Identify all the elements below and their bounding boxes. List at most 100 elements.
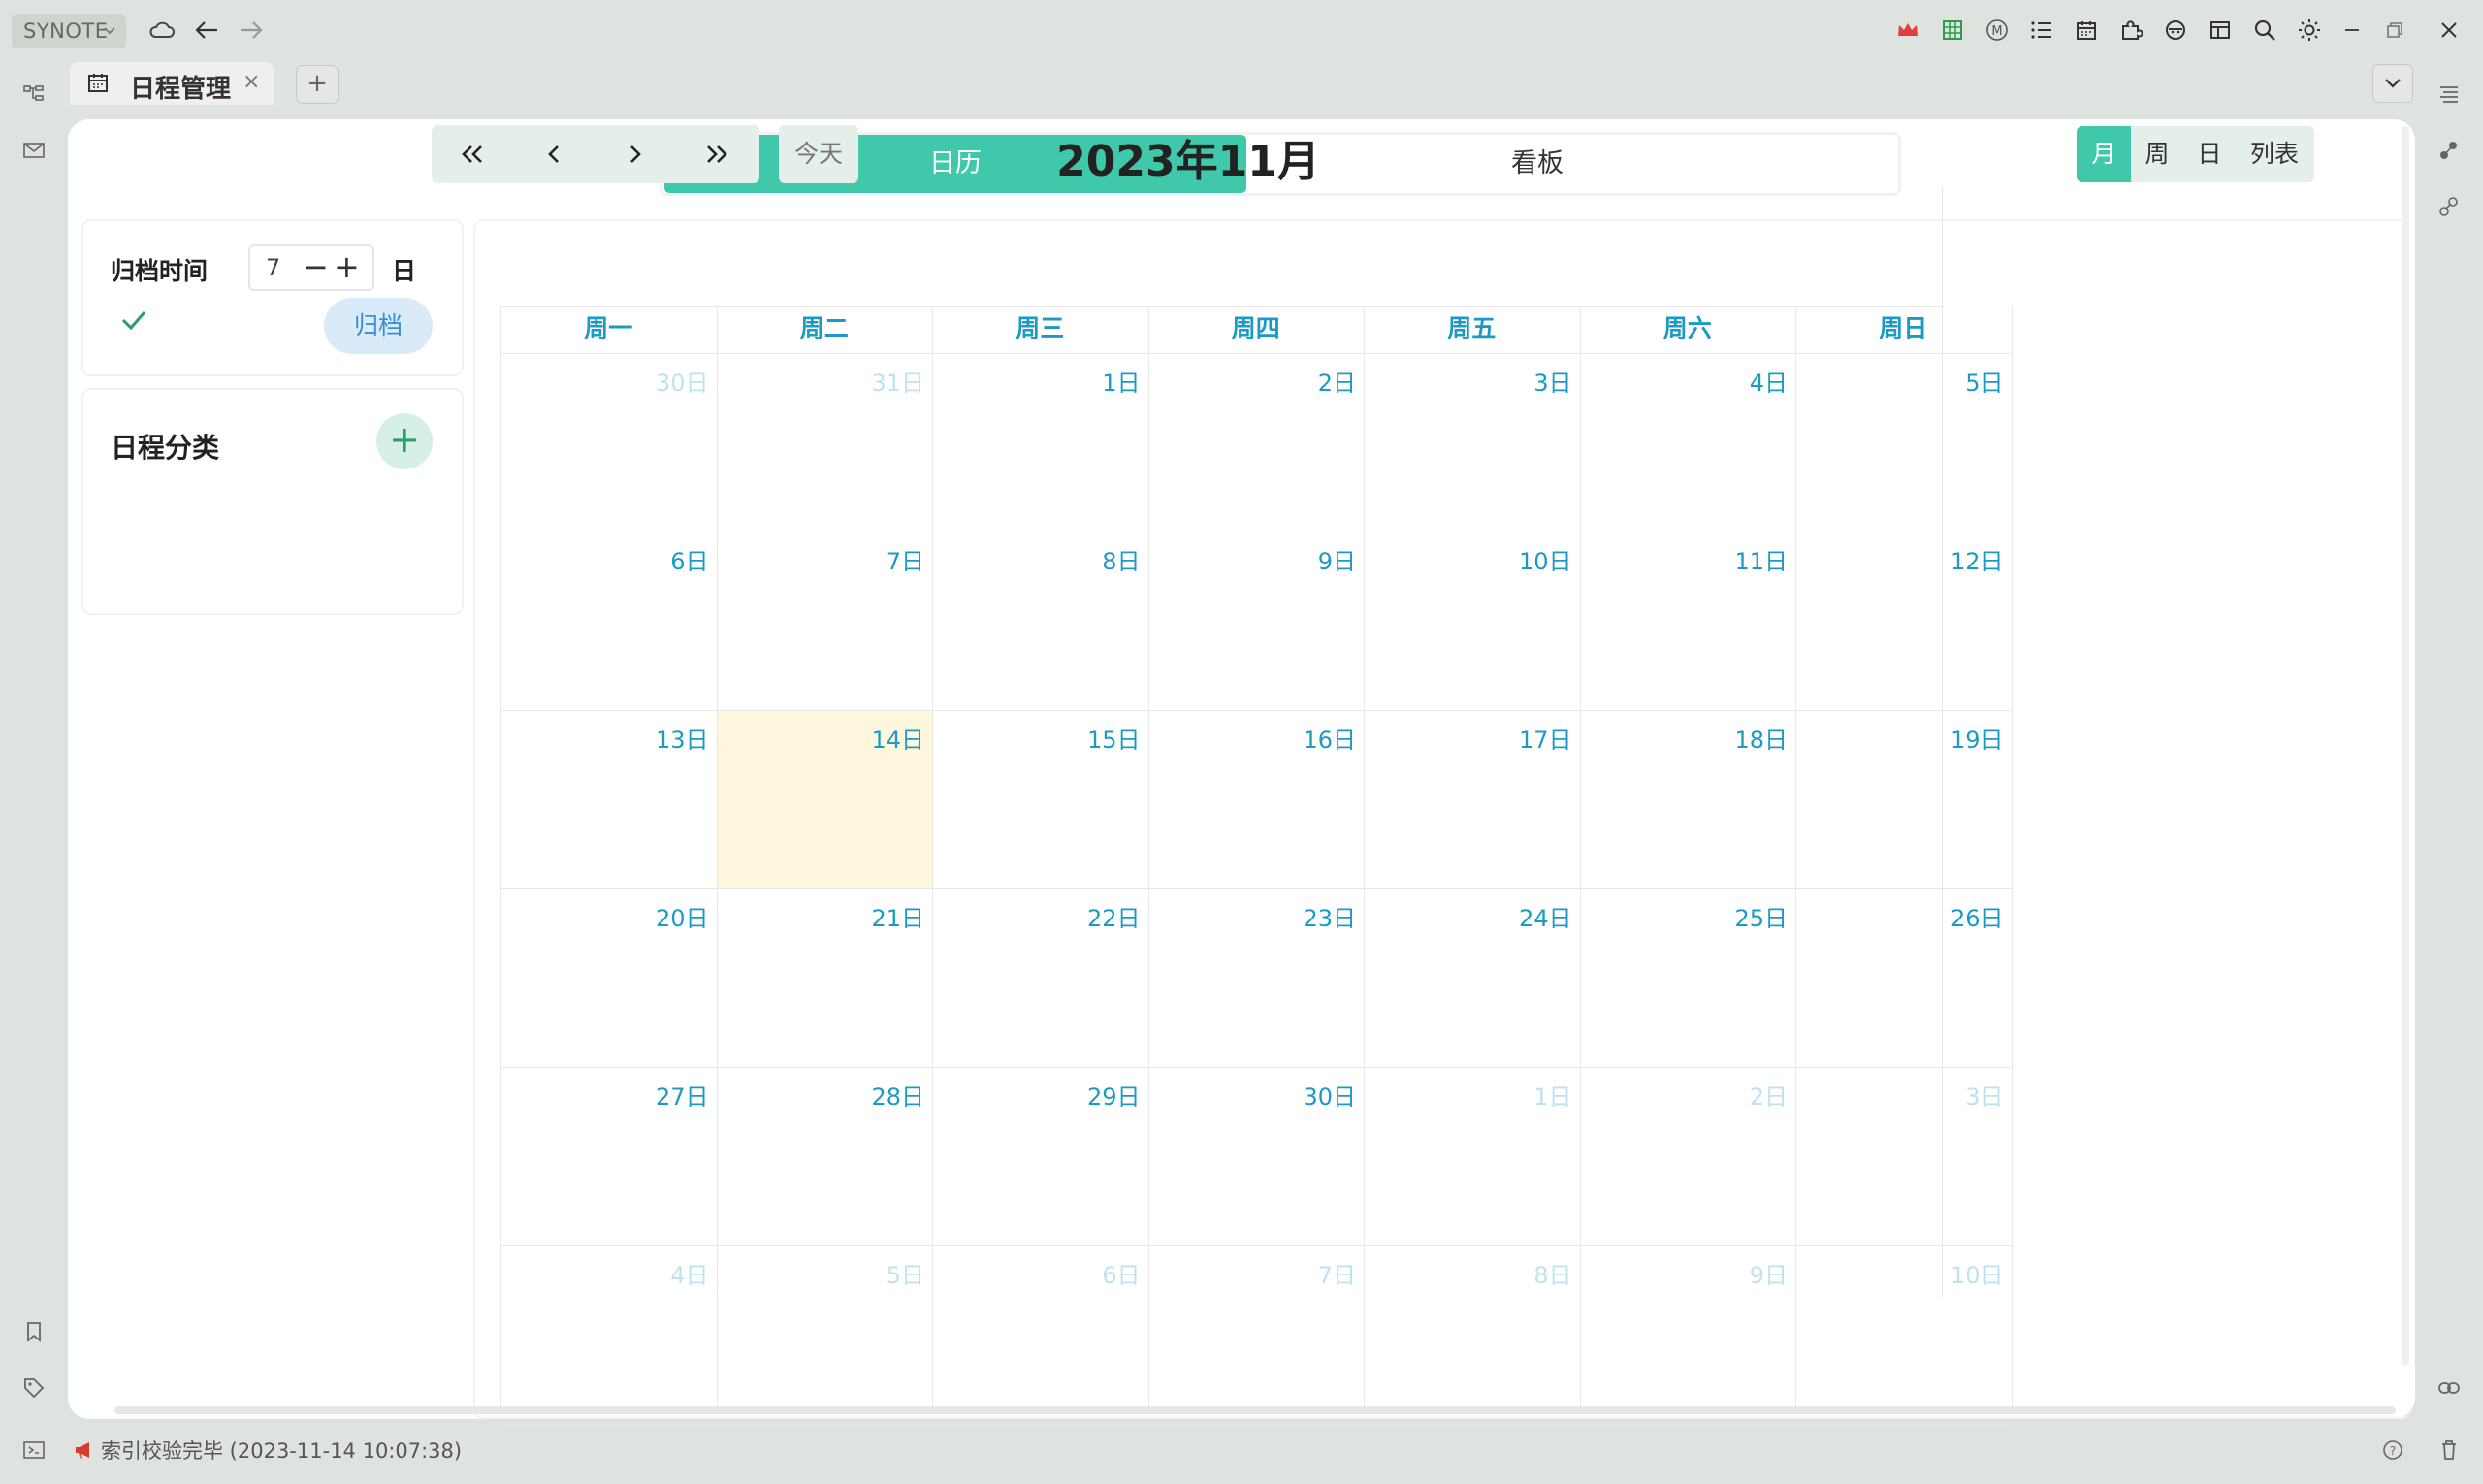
day-cell[interactable]: 9日 (1581, 1246, 1796, 1412)
horizontal-scrollbar[interactable] (114, 1406, 2396, 1414)
day-cell[interactable]: 6日 (501, 532, 717, 710)
calendar-icon[interactable] (2070, 14, 2103, 47)
graph-icon[interactable] (2433, 134, 2466, 167)
day-cell-today[interactable]: 14日 (717, 711, 932, 888)
day-cell[interactable]: 19日 (1796, 711, 2012, 888)
search-icon[interactable] (2248, 14, 2281, 47)
link-icon[interactable] (2433, 1371, 2466, 1404)
markdown-m-icon[interactable]: M (1981, 14, 2014, 47)
restore-icon[interactable] (2378, 14, 2411, 47)
day-cell[interactable]: 4日 (501, 1246, 717, 1412)
day-cell[interactable]: 22日 (933, 889, 1148, 1067)
day-cell[interactable]: 2日 (1149, 354, 1365, 532)
day-cell[interactable]: 24日 (1365, 889, 1580, 1067)
next-year-button[interactable] (676, 125, 758, 183)
day-cell[interactable]: 28日 (718, 1068, 933, 1245)
tab-close-icon[interactable]: × (242, 70, 260, 94)
prev-month-button[interactable] (513, 125, 595, 183)
day-cell[interactable]: 11日 (1581, 532, 1796, 710)
weekday-header: 周四 (1231, 314, 1280, 342)
minimize-icon[interactable] (2336, 14, 2369, 47)
help-icon[interactable]: ? (2376, 1434, 2409, 1467)
grid-right-border (1942, 187, 1943, 1297)
day-cell[interactable]: 8日 (933, 532, 1148, 710)
list-icon[interactable] (2025, 14, 2058, 47)
day-cell[interactable]: 12日 (1796, 532, 2012, 710)
day-cell[interactable]: 30日 (501, 354, 717, 532)
next-month-button[interactable] (595, 125, 676, 183)
day-cell[interactable]: 31日 (718, 354, 933, 532)
view-list-button[interactable]: 列表 (2236, 126, 2313, 182)
day-number: 25日 (1734, 905, 1788, 932)
increment-button[interactable]: + (334, 248, 360, 285)
layout-icon[interactable] (2204, 14, 2237, 47)
day-cell[interactable]: 10日 (1365, 532, 1580, 710)
prev-year-button[interactable] (432, 125, 513, 183)
day-cell[interactable]: 3日 (1365, 354, 1580, 532)
crown-icon[interactable] (1891, 14, 1924, 47)
day-cell[interactable]: 5日 (718, 1246, 933, 1412)
day-cell[interactable]: 1日 (1365, 1068, 1580, 1245)
view-week-button[interactable]: 周 (2131, 126, 2183, 182)
day-cell[interactable]: 4日 (1581, 354, 1796, 532)
spreadsheet-icon[interactable] (1936, 14, 1969, 47)
tag-icon[interactable] (17, 1371, 50, 1404)
outline-icon[interactable] (2433, 78, 2466, 111)
day-cell[interactable]: 30日 (1149, 1068, 1365, 1245)
tree-outline-icon[interactable] (17, 78, 50, 111)
today-button[interactable]: 今天 (779, 125, 858, 183)
day-cell[interactable]: 25日 (1581, 889, 1796, 1067)
day-cell[interactable]: 21日 (718, 889, 933, 1067)
archive-button[interactable]: 归档 (324, 298, 433, 354)
app-menu-button[interactable]: SYNOTE (12, 14, 126, 48)
schedule-category-label: 日程分类 (111, 432, 220, 464)
checkmark-icon[interactable] (120, 308, 147, 332)
day-cell[interactable]: 18日 (1581, 711, 1796, 888)
day-cell[interactable]: 7日 (1149, 1246, 1365, 1412)
mail-icon[interactable] (17, 134, 50, 167)
trash-icon[interactable] (2433, 1434, 2466, 1467)
archive-days-stepper[interactable]: 7 − + (248, 244, 374, 291)
archive-days-value[interactable]: 7 (266, 254, 280, 281)
face-icon[interactable] (2159, 14, 2192, 47)
decrement-button[interactable]: − (303, 248, 329, 285)
day-number: 20日 (655, 905, 709, 932)
vertical-scrollbar[interactable] (2402, 126, 2409, 1366)
day-cell[interactable]: 13日 (501, 711, 717, 888)
tab-schedule-management[interactable]: 日程管理 × (70, 62, 274, 105)
day-cell[interactable]: 6日 (933, 1246, 1148, 1412)
day-cell[interactable]: 5日 (1796, 354, 2012, 532)
day-cell[interactable]: 20日 (501, 889, 717, 1067)
add-tab-button[interactable]: + (296, 65, 339, 104)
view-month-button[interactable]: 月 (2077, 126, 2131, 182)
cloud-icon[interactable] (145, 14, 178, 47)
close-icon[interactable] (2433, 14, 2466, 47)
plugin-icon[interactable] (2114, 14, 2147, 47)
relation-graph-icon[interactable] (2433, 190, 2466, 223)
day-number: 11日 (1734, 548, 1788, 575)
day-cell[interactable]: 17日 (1365, 711, 1580, 888)
day-cell[interactable]: 16日 (1149, 711, 1365, 888)
panel-toggle-icon[interactable] (17, 1434, 50, 1467)
bookmark-icon[interactable] (17, 1315, 50, 1348)
day-cell[interactable]: 2日 (1581, 1068, 1796, 1245)
day-cell[interactable]: 3日 (1796, 1068, 2012, 1245)
day-cell[interactable]: 29日 (933, 1068, 1148, 1245)
day-cell[interactable]: 7日 (718, 532, 933, 710)
day-cell[interactable]: 1日 (933, 354, 1148, 532)
forward-arrow-icon[interactable] (235, 14, 268, 47)
day-cell[interactable]: 27日 (501, 1068, 717, 1245)
add-category-button[interactable]: + (376, 413, 433, 469)
back-arrow-icon[interactable] (190, 14, 223, 47)
day-cell[interactable]: 15日 (933, 711, 1148, 888)
day-cell[interactable]: 23日 (1149, 889, 1365, 1067)
day-cell[interactable]: 26日 (1796, 889, 2012, 1067)
tab-list-dropdown[interactable] (2372, 64, 2413, 103)
day-cell[interactable]: 8日 (1365, 1246, 1580, 1412)
chevron-down-icon (2385, 79, 2401, 88)
day-cell[interactable]: 9日 (1149, 532, 1365, 710)
view-day-button[interactable]: 日 (2183, 126, 2236, 182)
day-cell[interactable]: 10日 (1796, 1246, 2012, 1412)
brightness-icon[interactable] (2293, 14, 2326, 47)
day-number: 22日 (1086, 905, 1141, 932)
